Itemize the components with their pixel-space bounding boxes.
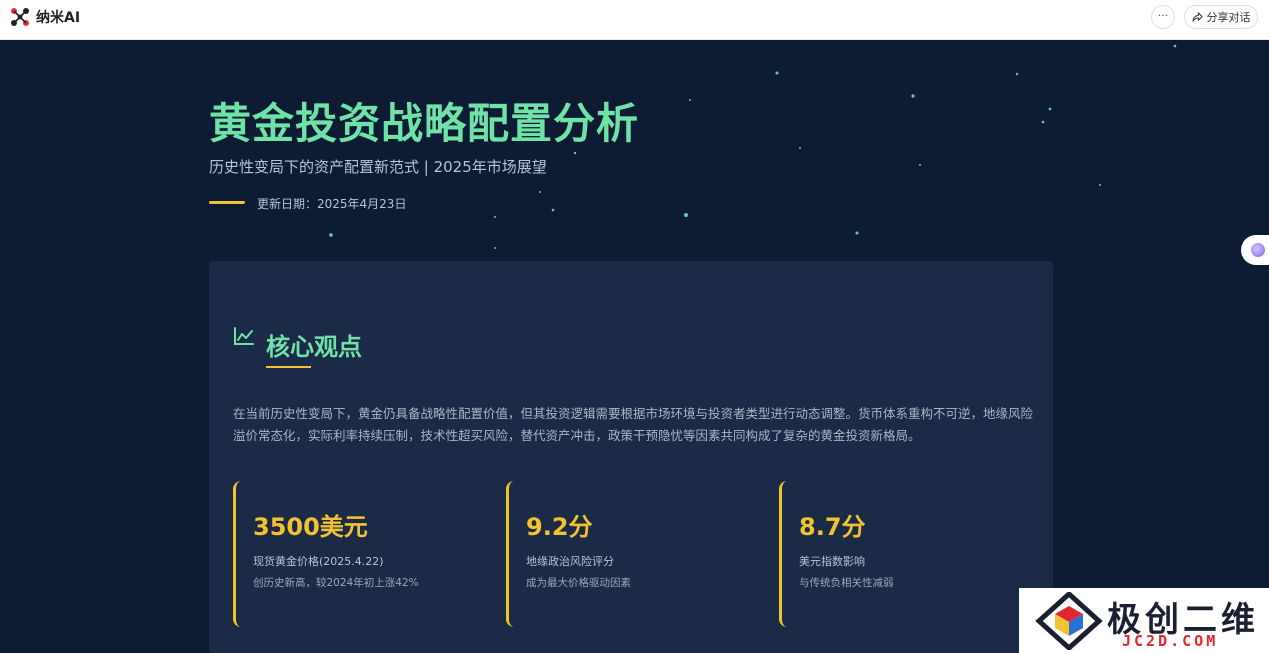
date-accent-line xyxy=(209,201,245,204)
assistant-float-button[interactable] xyxy=(1241,235,1269,265)
assistant-icon xyxy=(1251,243,1265,257)
card-title: 核心观点 xyxy=(266,333,362,361)
brand[interactable]: 纳米AI xyxy=(10,7,80,27)
core-view-card: 核心观点 在当前历史性变局下，黄金仍具备战略性配置价值，但其投资逻辑需要根据市场… xyxy=(209,261,1053,653)
nami-logo-icon xyxy=(11,8,29,26)
stat-value: 9.2分 xyxy=(526,513,593,541)
share-label: 分享对话 xyxy=(1206,11,1251,24)
stat-label: 地缘政治风险评分 xyxy=(526,555,614,568)
stat-note: 与传统负相关性减弱 xyxy=(799,577,894,589)
share-icon xyxy=(1191,11,1203,22)
brand-name: 纳米AI xyxy=(36,10,81,26)
stat-card-gold-price: 3500美元 现货黄金价格(2025.4.22) 创历史新高，较2024年初上涨… xyxy=(233,481,473,627)
stat-label: 美元指数影响 xyxy=(799,555,865,568)
watermark: 极创二维 JC2D.COM xyxy=(1019,588,1269,653)
card-body-text: 在当前历史性变局下，黄金仍具备战略性配置价值，但其投资逻辑需要根据市场环境与投资… xyxy=(233,406,1034,443)
stat-label: 现货黄金价格(2025.4.22) xyxy=(253,555,384,568)
stat-card-geopolitical-risk: 9.2分 地缘政治风险评分 成为最大价格驱动因素 xyxy=(506,481,746,627)
page-title: 黄金投资战略配置分析 xyxy=(209,99,640,148)
page-subtitle: 历史性变局下的资产配置新范式 | 2025年市场展望 xyxy=(209,158,547,176)
stat-note: 成为最大价格驱动因素 xyxy=(526,577,631,589)
stat-value: 3500美元 xyxy=(253,513,368,541)
share-button[interactable]: 分享对话 xyxy=(1184,5,1258,29)
line-chart-icon xyxy=(234,327,254,345)
stat-value: 8.7分 xyxy=(799,513,866,541)
stat-card-dollar-index: 8.7分 美元指数影响 与传统负相关性减弱 xyxy=(779,481,1019,627)
top-bar: 纳米AI ··· 分享对话 xyxy=(0,0,1269,40)
jc2d-logo-icon xyxy=(1035,592,1103,650)
more-button[interactable]: ··· xyxy=(1151,5,1175,29)
update-date: 更新日期：2025年4月23日 xyxy=(257,197,407,211)
card-title-underline xyxy=(266,366,311,368)
stat-note: 创历史新高，较2024年初上涨42% xyxy=(253,577,419,589)
watermark-url: JC2D.COM xyxy=(1122,632,1219,650)
